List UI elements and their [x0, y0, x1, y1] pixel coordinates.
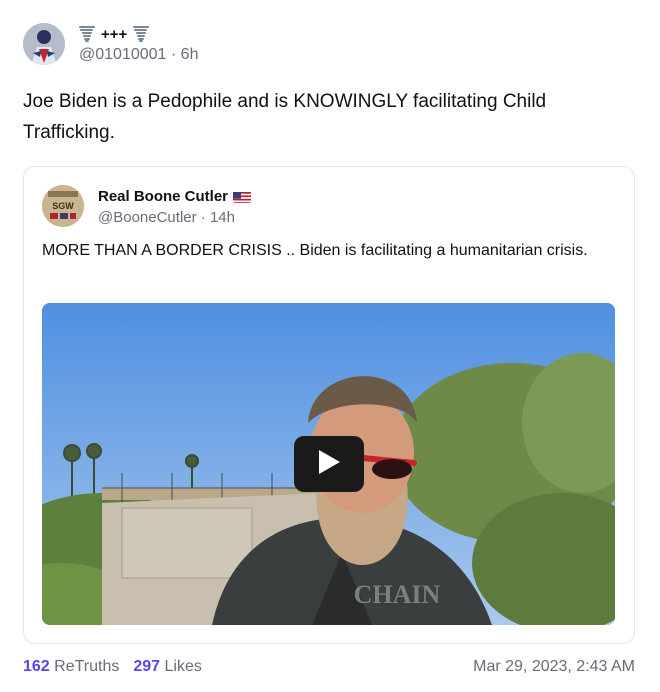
- separator: ·: [200, 208, 206, 226]
- quoted-avatar-text: SGW: [52, 201, 74, 211]
- retruths-label: ReTruths: [54, 658, 120, 675]
- quoted-post-card[interactable]: SGW Real Boone Cutler @BooneCutler · 14h…: [23, 166, 635, 644]
- likes-count: 297: [133, 658, 161, 675]
- play-icon: [317, 449, 341, 480]
- retruths-stat[interactable]: 162 ReTruths: [23, 658, 119, 676]
- post-age[interactable]: 6h: [181, 46, 199, 63]
- quoted-display-name[interactable]: Real Boone Cutler: [98, 187, 252, 207]
- handle-row: @01010001 · 6h: [79, 46, 198, 64]
- user-handle[interactable]: @01010001: [79, 46, 166, 63]
- likes-label: Likes: [164, 658, 202, 675]
- avatar[interactable]: [23, 23, 65, 65]
- retruths-count: 162: [23, 658, 50, 675]
- post-stats: 162 ReTruths 297 Likes: [23, 658, 202, 676]
- post-timestamp: Mar 29, 2023, 2:43 AM: [473, 658, 635, 675]
- likes-stat[interactable]: 297 Likes: [133, 658, 202, 676]
- post-header: +++ @01010001 · 6h: [23, 22, 198, 66]
- display-name-text: +++: [101, 25, 128, 43]
- post-text: Joe Biden is a Pedophile and is KNOWINGL…: [23, 91, 547, 143]
- quoted-display-name-text: Real Boone Cutler: [98, 188, 229, 205]
- quoted-post-header: SGW Real Boone Cutler @BooneCutler · 14h: [42, 185, 252, 227]
- tornado-icon: [133, 25, 150, 43]
- play-button[interactable]: [294, 436, 364, 492]
- quoted-handle-row: @BooneCutler · 14h: [98, 209, 251, 226]
- quoted-avatar[interactable]: SGW: [42, 185, 84, 227]
- shirt-text: CHAIN: [354, 580, 441, 609]
- quoted-post-text: MORE THAN A BORDER CRISIS .. Biden is fa…: [42, 242, 588, 259]
- quoted-user-handle[interactable]: @BooneCutler: [98, 209, 197, 226]
- quoted-post-age[interactable]: 14h: [210, 209, 235, 226]
- tornado-icon: [79, 25, 95, 43]
- video-player[interactable]: CHAIN: [42, 303, 615, 625]
- display-name[interactable]: +++: [79, 24, 198, 44]
- us-flag-icon: [233, 191, 252, 203]
- separator: ·: [170, 46, 177, 63]
